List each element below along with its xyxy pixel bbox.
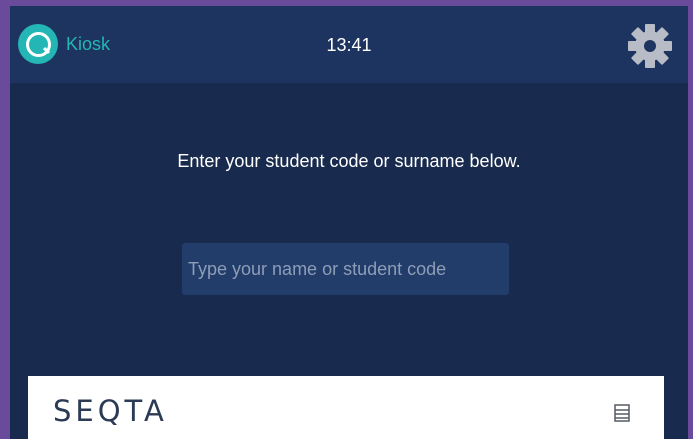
footer-bar: SEQTA [28, 376, 664, 439]
hamburger-menu-icon[interactable] [614, 404, 630, 422]
gear-icon[interactable] [626, 22, 674, 70]
main-content: Enter your student code or surname below… [10, 83, 688, 370]
instruction-text: Enter your student code or surname below… [177, 151, 521, 171]
top-bar: Kiosk 13:41 [10, 6, 688, 83]
kiosk-screen: Kiosk 13:41 Enter your student code or s… [10, 6, 688, 439]
device-frame: Kiosk 13:41 Enter your student code or s… [0, 0, 693, 439]
student-search-input[interactable] [182, 243, 509, 295]
seqta-logo: SEQTA [53, 394, 168, 428]
clock: 13:41 [326, 35, 372, 55]
